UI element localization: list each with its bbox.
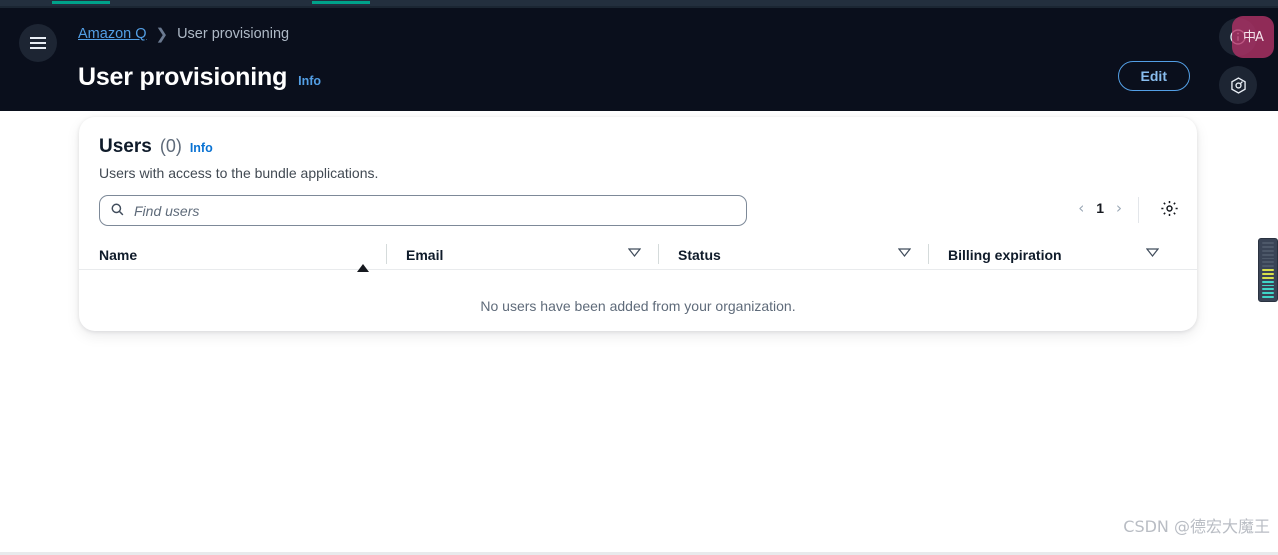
table-empty-state: No users have been added from your organ… (480, 298, 796, 314)
level-segment (1262, 284, 1274, 287)
table-header-row: Name Email Status Billing expiration (79, 240, 1197, 272)
translate-extension-button[interactable]: 中A (1232, 16, 1274, 58)
chevron-right-icon: ❯ (155, 25, 169, 43)
level-segment (1262, 269, 1274, 271)
hexagon-icon (1230, 76, 1246, 94)
table-tools-row: ‹ 1 › (79, 195, 1197, 226)
translate-icon: 中A (1243, 29, 1264, 45)
level-segment (1262, 242, 1274, 244)
hexagon-settings-button[interactable] (1219, 66, 1257, 104)
pagination-prev-button[interactable]: ‹ (1078, 199, 1084, 217)
hamburger-icon (30, 37, 46, 49)
breadcrumb-item-amazon-q[interactable]: Amazon Q (78, 26, 147, 42)
level-segment (1262, 253, 1274, 256)
column-header-billing-expiration[interactable]: Billing expiration (929, 240, 1177, 270)
page-title-info-link[interactable]: Info (298, 74, 321, 88)
page-header: Amazon Q ❯ User provisioning User provis… (0, 8, 1278, 111)
pagination-next-button[interactable]: › (1116, 199, 1122, 217)
pagination: ‹ 1 › (1078, 199, 1122, 217)
tools-divider (1138, 197, 1139, 223)
level-segment (1262, 265, 1274, 268)
level-segment (1262, 257, 1274, 260)
column-label-name: Name (99, 246, 138, 263)
users-card: Users (0) Info Users with access to the … (79, 117, 1197, 331)
app-root: Amazon Q ❯ User provisioning User provis… (0, 0, 1278, 555)
column-label-billing-expiration: Billing expiration (948, 246, 1062, 263)
card-subtitle: Users with access to the bundle applicat… (99, 165, 379, 181)
tab-accent-2 (312, 1, 370, 4)
title-row: User provisioning Info (78, 63, 321, 92)
gear-icon (1161, 201, 1178, 216)
sort-icon (628, 247, 641, 257)
edit-button[interactable]: Edit (1117, 61, 1190, 91)
card-title-row: Users (0) Info (99, 136, 1177, 158)
search-input[interactable] (99, 195, 747, 226)
column-header-email[interactable]: Email (387, 240, 659, 270)
tab-accent-1 (52, 1, 110, 4)
page-title: User provisioning (78, 63, 288, 91)
level-segment (1262, 292, 1274, 295)
level-segment (1262, 288, 1274, 291)
level-segment (1262, 272, 1274, 275)
level-segment (1262, 276, 1274, 279)
level-meter-widget[interactable] (1258, 238, 1278, 302)
sort-icon (898, 247, 911, 257)
breadcrumb: Amazon Q ❯ User provisioning (78, 26, 289, 42)
search-field (99, 195, 747, 226)
hamburger-menu-button[interactable] (19, 24, 57, 62)
users-table: Name Email Status Billing expiration No … (79, 240, 1197, 342)
card-title: Users (99, 136, 152, 157)
breadcrumb-item-current: User provisioning (177, 26, 290, 42)
level-segment (1262, 261, 1274, 264)
column-header-name[interactable]: Name (99, 240, 387, 272)
card-info-link[interactable]: Info (190, 141, 213, 155)
watermark: CSDN @德宏大魔王 (1123, 517, 1270, 536)
level-segment (1262, 296, 1274, 298)
card-count: (0) (159, 136, 182, 156)
card-header: Users (0) Info Users with access to the … (79, 117, 1197, 181)
level-segment (1262, 245, 1274, 248)
sort-icon (1146, 247, 1159, 257)
level-segment (1262, 280, 1274, 283)
table-preferences-button[interactable] (1160, 199, 1179, 218)
column-label-email: Email (406, 246, 444, 263)
level-segment (1262, 249, 1274, 252)
column-header-status[interactable]: Status (659, 240, 929, 270)
pagination-page-1[interactable]: 1 (1096, 200, 1104, 216)
sort-ascending-icon (357, 247, 369, 272)
column-label-status: Status (678, 246, 721, 263)
